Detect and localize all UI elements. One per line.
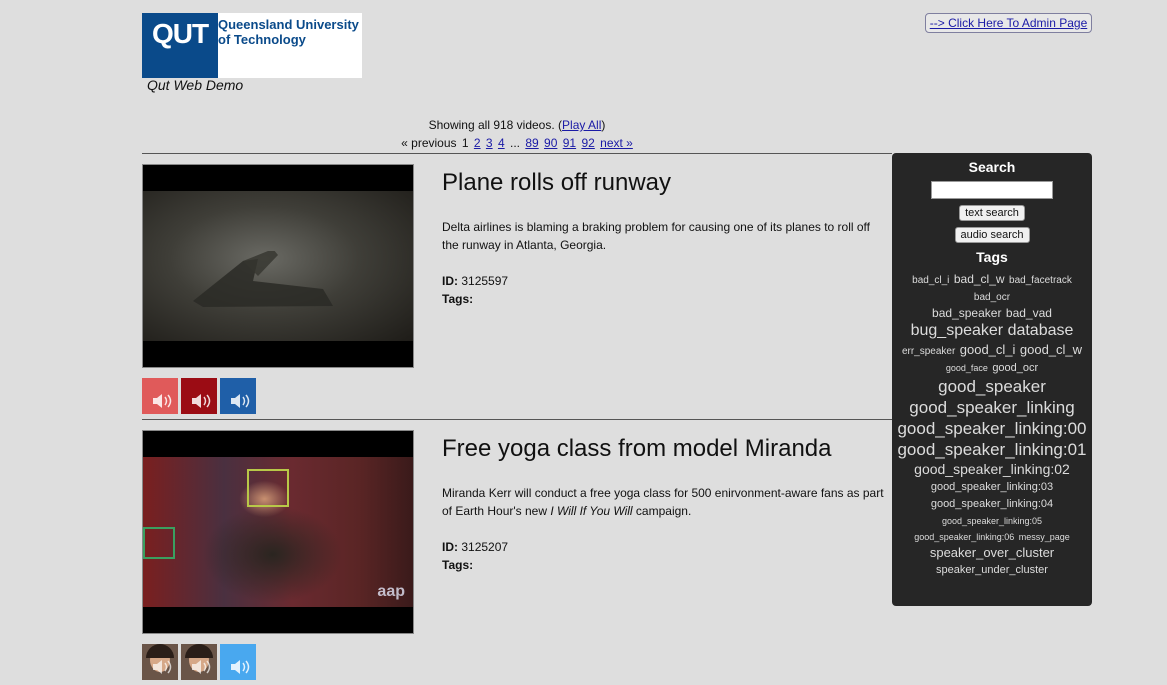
tag-link[interactable]: good_speaker_linking:05 (942, 517, 1042, 526)
tag-link[interactable]: good_speaker_linking:01 (897, 441, 1086, 458)
speaker-icon (153, 660, 172, 674)
id-label: ID: (442, 274, 458, 288)
tag-link[interactable]: messy_page (1019, 533, 1070, 542)
tags-label: Tags: (442, 292, 474, 306)
pager-next[interactable]: next » (600, 136, 633, 150)
tag-link[interactable]: err_speaker (902, 347, 955, 357)
video-description: Miranda Kerr will conduct a free yoga cl… (442, 484, 887, 520)
campaign-name: I Will If You Will (550, 504, 633, 518)
tag-cloud: bad_cl_i bad_cl_w bad_facetrack bad_ocr … (892, 265, 1092, 578)
summary-text: Showing all 918 videos. ( (428, 118, 563, 132)
tag-link[interactable]: speaker_over_cluster (930, 546, 1054, 559)
tag-link[interactable]: bad_cl_i (912, 276, 949, 286)
aap-watermark: aap (377, 583, 405, 600)
logo-line-2: of Technology (218, 32, 306, 47)
logo-mark: QUT (142, 13, 218, 78)
tag-link[interactable]: good_speaker_linking:03 (931, 482, 1053, 493)
tag-link[interactable]: good_speaker_linking:06 (914, 533, 1014, 542)
speaker-icon (192, 660, 211, 674)
tag-link[interactable]: bad_facetrack (1009, 276, 1072, 286)
face-detection-box (143, 527, 175, 559)
video-id: 3125207 (461, 540, 509, 554)
audio-button[interactable] (142, 378, 178, 414)
tag-link[interactable]: database (1008, 323, 1074, 339)
tag-link[interactable]: bad_speaker (932, 307, 1001, 319)
tag-link[interactable]: bad_cl_w (954, 273, 1005, 285)
tag-link[interactable]: good_speaker_linking:02 (914, 462, 1070, 476)
search-input[interactable] (931, 181, 1053, 199)
audio-button[interactable] (220, 378, 256, 414)
admin-page-link[interactable]: --> Click Here To Admin Page (925, 13, 1092, 33)
video-title[interactable]: Free yoga class from model Miranda (442, 435, 831, 463)
pager-page-link[interactable]: 91 (563, 136, 576, 150)
video-thumbnail[interactable] (142, 164, 414, 368)
video-frame: aap (143, 457, 413, 607)
speaker-face-button[interactable] (142, 644, 178, 680)
video-description: Delta airlines is blaming a braking prob… (442, 220, 871, 252)
audio-search-button[interactable]: audio search (954, 227, 1030, 243)
audio-button[interactable] (220, 644, 256, 680)
search-sidebar: Search text search audio search Tags bad… (892, 153, 1092, 606)
tag-link[interactable]: bad_vad (1006, 307, 1052, 319)
description-text: campaign. (632, 504, 692, 518)
audio-button[interactable] (181, 378, 217, 414)
plane-silhouette (193, 251, 333, 307)
speaker-icon (231, 660, 250, 674)
tag-link[interactable]: bug_speaker (911, 323, 1004, 339)
tag-link[interactable]: good_cl_w (1020, 343, 1082, 356)
play-all-link[interactable]: Play All (562, 118, 601, 132)
search-heading: Search (968, 159, 1016, 175)
pager-page-link[interactable]: 3 (486, 136, 493, 150)
pager-page-link[interactable]: 90 (544, 136, 557, 150)
pager-page-link[interactable]: 2 (474, 136, 481, 150)
pagination: « previous 1 2 3 4 ... 89 90 91 92 next … (142, 136, 892, 150)
speaker-icon (192, 394, 211, 408)
speaker-icon (153, 394, 172, 408)
pager-previous: « previous (401, 136, 457, 150)
tag-link[interactable]: bad_ocr (974, 293, 1010, 303)
pager-ellipsis: ... (509, 136, 520, 150)
tags-label: Tags: (442, 558, 474, 572)
logo-line-1: Queensland University (218, 17, 359, 32)
summary-close: ) (601, 118, 606, 132)
speaker-icon (231, 394, 250, 408)
qut-logo: QUT Queensland University of Technology (142, 13, 362, 78)
video-title[interactable]: Plane rolls off runway (442, 169, 671, 197)
face-detection-box (247, 469, 289, 507)
listing-summary: Showing all 918 videos. (Play All) (142, 118, 892, 132)
pager-page-link[interactable]: 4 (498, 136, 505, 150)
tag-link[interactable]: good_speaker_linking:04 (931, 499, 1053, 510)
speaker-face-button[interactable] (181, 644, 217, 680)
pager-current: 1 (461, 136, 469, 150)
pager-page-link[interactable]: 92 (581, 136, 594, 150)
tag-link[interactable]: good_speaker_linking:00 (897, 420, 1086, 437)
site-title: Qut Web Demo (147, 77, 244, 93)
id-label: ID: (442, 540, 458, 554)
tags-heading: Tags (976, 249, 1008, 265)
video-id: 3125597 (461, 274, 509, 288)
tag-link[interactable]: good_ocr (992, 363, 1038, 374)
pager-page-link[interactable]: 89 (525, 136, 538, 150)
divider (142, 419, 892, 420)
tag-link[interactable]: good_face (946, 364, 988, 373)
logo-text: Queensland University of Technology (218, 13, 359, 78)
video-meta: ID: 3125207 Tags: (442, 538, 508, 574)
video-meta: ID: 3125597 Tags: (442, 272, 508, 308)
video-frame (143, 191, 413, 341)
tag-link[interactable]: good_speaker (938, 378, 1046, 395)
text-search-button[interactable]: text search (959, 205, 1025, 221)
tag-link[interactable]: speaker_under_cluster (936, 565, 1048, 576)
tag-link[interactable]: good_cl_i (960, 343, 1016, 356)
tag-link[interactable]: good_speaker_linking (909, 399, 1074, 416)
divider (142, 153, 892, 154)
video-thumbnail[interactable]: aap (142, 430, 414, 634)
